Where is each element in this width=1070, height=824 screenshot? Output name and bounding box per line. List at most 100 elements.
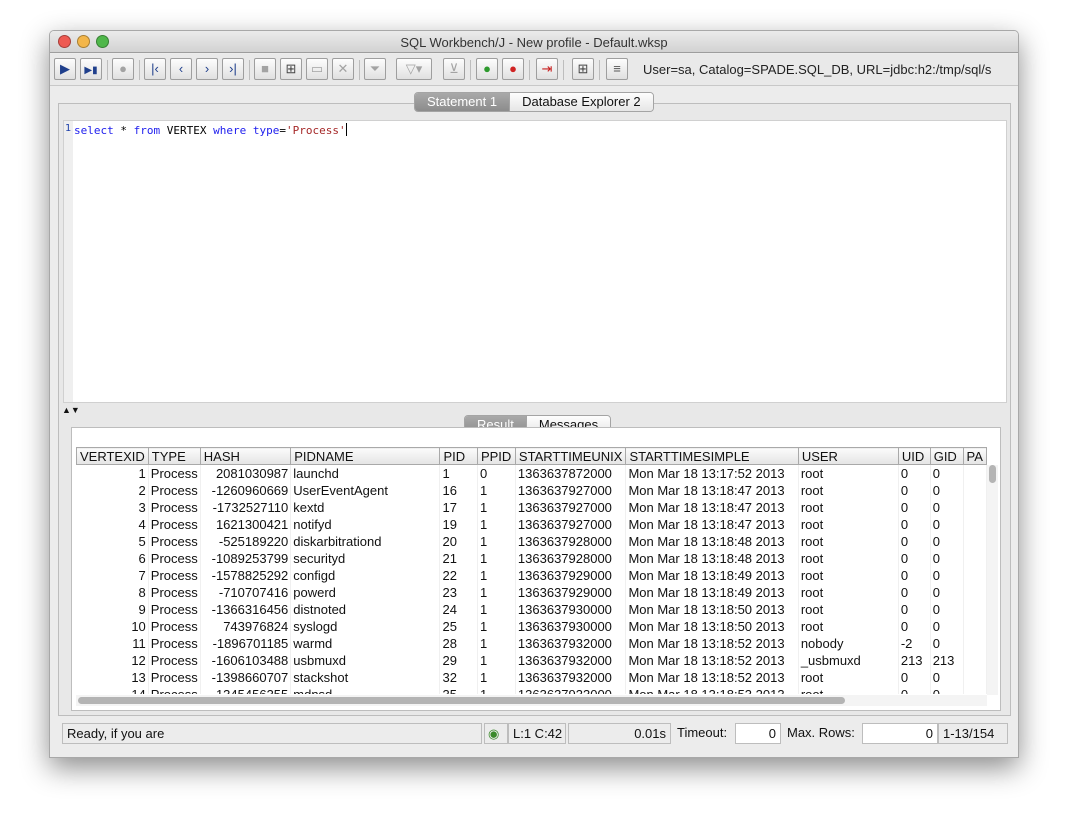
table-cell[interactable]: 32 [439, 668, 478, 686]
table-cell[interactable] [963, 651, 987, 669]
table-row[interactable]: 3 Process -1732527110 kextd 17 1 1363637927000… [76, 498, 987, 516]
table-cell[interactable]: 1 [477, 498, 516, 516]
table-cell[interactable]: root [798, 685, 899, 694]
column-header[interactable]: UID [897, 447, 931, 465]
table-cell[interactable]: 5 [76, 532, 149, 550]
table-cell[interactable] [963, 668, 987, 686]
table-cell[interactable]: Process [148, 464, 201, 482]
stop-button[interactable]: ● [112, 58, 134, 80]
table-cell[interactable]: _usbmuxd [798, 651, 899, 669]
horizontal-scroll-thumb[interactable] [78, 697, 845, 704]
table-cell[interactable]: 1363637872000 [515, 464, 627, 482]
table-cell[interactable]: root [798, 600, 899, 618]
table-cell[interactable]: root [798, 481, 899, 499]
delete-row-button[interactable]: ✕ [332, 58, 354, 80]
table-cell[interactable]: Process [148, 549, 201, 567]
table-cell[interactable]: 22 [439, 566, 478, 584]
table-cell[interactable]: notifyd [290, 515, 441, 533]
table-cell[interactable]: 4 [76, 515, 149, 533]
table-cell[interactable]: 19 [439, 515, 478, 533]
table-cell[interactable]: 1 [76, 464, 149, 482]
table-cell[interactable]: 35 [439, 685, 478, 694]
table-cell[interactable]: 1363637930000 [515, 600, 627, 618]
table-cell[interactable]: Process [148, 566, 201, 584]
table-cell[interactable]: launchd [290, 464, 441, 482]
table-cell[interactable]: 0 [930, 634, 964, 652]
table-cell[interactable]: powerd [290, 583, 441, 601]
table-cell[interactable]: 0 [898, 498, 931, 516]
table-cell[interactable]: 0 [930, 668, 964, 686]
table-cell[interactable]: Process [148, 532, 201, 550]
table-cell[interactable]: 0 [930, 600, 964, 618]
table-cell[interactable]: 1363637930000 [515, 617, 627, 635]
table-cell[interactable]: 1 [477, 549, 516, 567]
table-cell[interactable]: 0 [898, 685, 931, 694]
column-header[interactable]: USER [797, 447, 899, 465]
table-cell[interactable]: 0 [898, 566, 931, 584]
table-row[interactable]: 12 Process -1606103488 usbmuxd 29 1 1363637932… [76, 651, 987, 669]
column-header[interactable]: GID [929, 447, 964, 465]
table-cell[interactable]: distnoted [290, 600, 441, 618]
table-cell[interactable]: 1363637932000 [515, 651, 627, 669]
table-cell[interactable]: 11 [76, 634, 149, 652]
database-button[interactable]: ≡ [606, 58, 628, 80]
table-cell[interactable]: 16 [439, 481, 478, 499]
table-cell[interactable]: root [798, 498, 899, 516]
table-cell[interactable]: Mon Mar 18 13:18:49 2013 [625, 583, 799, 601]
table-cell[interactable]: 0 [930, 566, 964, 584]
execute-button[interactable]: ▶ [54, 58, 76, 80]
table-cell[interactable] [963, 685, 987, 694]
table-cell[interactable]: root [798, 617, 899, 635]
table-row[interactable]: 2 Process -1260960669 UserEventAgent 16 1 1363… [76, 481, 987, 499]
table-cell[interactable] [963, 634, 987, 652]
table-cell[interactable]: Process [148, 600, 201, 618]
copy-row-button[interactable]: ▭ [306, 58, 328, 80]
table-cell[interactable]: kextd [290, 498, 441, 516]
timeout-input[interactable]: 0 [735, 723, 781, 744]
table-cell[interactable]: 17 [439, 498, 478, 516]
table-cell[interactable]: -1366316456 [200, 600, 292, 618]
table-cell[interactable]: Mon Mar 18 13:18:48 2013 [625, 532, 799, 550]
table-cell[interactable]: 1363637929000 [515, 566, 627, 584]
table-cell[interactable]: Mon Mar 18 13:18:53 2013 [625, 685, 799, 694]
table-cell[interactable]: Process [148, 685, 201, 694]
table-cell[interactable]: root [798, 515, 899, 533]
table-cell[interactable]: Mon Mar 18 13:18:52 2013 [625, 668, 799, 686]
table-cell[interactable] [963, 481, 987, 499]
table-cell[interactable]: nobody [798, 634, 899, 652]
table-cell[interactable]: Process [148, 634, 201, 652]
table-cell[interactable]: -1345456355 [200, 685, 292, 694]
table-cell[interactable]: root [798, 464, 899, 482]
table-cell[interactable]: 1 [477, 532, 516, 550]
db-tree-button[interactable]: ⊞ [572, 58, 594, 80]
tab-statement-1[interactable]: Statement 1 [415, 93, 510, 111]
table-cell[interactable]: 1 [439, 464, 478, 482]
previous-statement-button[interactable]: ‹ [170, 58, 192, 80]
table-cell[interactable]: Mon Mar 18 13:18:52 2013 [625, 634, 799, 652]
table-cell[interactable] [963, 498, 987, 516]
table-cell[interactable]: 1 [477, 583, 516, 601]
table-cell[interactable]: 25 [439, 617, 478, 635]
vertical-scroll-thumb[interactable] [989, 465, 996, 483]
column-header[interactable]: PPID [476, 447, 516, 465]
table-cell[interactable]: UserEventAgent [290, 481, 441, 499]
table-cell[interactable]: 0 [898, 617, 931, 635]
table-cell[interactable]: 1363637927000 [515, 498, 627, 516]
table-cell[interactable]: 0 [898, 515, 931, 533]
table-cell[interactable]: 1363637927000 [515, 515, 627, 533]
table-cell[interactable]: warmd [290, 634, 441, 652]
column-header[interactable]: HASH [199, 447, 292, 465]
table-cell[interactable]: 0 [930, 583, 964, 601]
table-cell[interactable]: 0 [898, 532, 931, 550]
table-cell[interactable]: Process [148, 668, 201, 686]
filter-button[interactable]: ⏷ [364, 58, 386, 80]
table-cell[interactable] [963, 464, 987, 482]
table-cell[interactable]: 0 [930, 464, 964, 482]
table-cell[interactable]: 1621300421 [200, 515, 292, 533]
table-cell[interactable]: root [798, 566, 899, 584]
table-cell[interactable]: Process [148, 515, 201, 533]
filter-dropdown-button[interactable]: ▽▾ [396, 58, 432, 80]
table-cell[interactable]: Process [148, 651, 201, 669]
table-cell[interactable]: 0 [898, 549, 931, 567]
table-cell[interactable]: 1 [477, 566, 516, 584]
